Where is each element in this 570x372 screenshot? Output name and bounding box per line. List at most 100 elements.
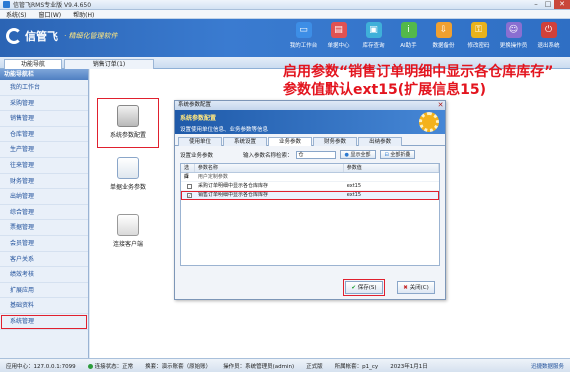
sidebar-item-finance[interactable]: 财务管理	[0, 174, 88, 190]
annotation-line1: 启用参数“销售订单明细中显示各仓库库存”	[283, 64, 554, 80]
dialog-banner-title: 系统参数配置	[180, 115, 217, 122]
dialog-footer: ✔ 保存(S) ✖ 关闭(C)	[175, 277, 445, 299]
toolbar-switch-user[interactable]: ☺ 更换操作员	[496, 22, 531, 49]
sidebar-item-invoice[interactable]: 票据管理	[0, 220, 88, 236]
status-bar: 应用中心：127.0.0.1:7099 连接状态：正常 换套：演示账套（原始账）…	[0, 358, 570, 372]
search-input[interactable]: 仓	[295, 150, 336, 159]
desktop-icon: ▭	[295, 22, 312, 38]
sidebar-item-cashier[interactable]: 出纳管理	[0, 189, 88, 205]
toolbar-label: 更换操作员	[499, 43, 528, 49]
function-label: 连接客户端	[112, 241, 143, 248]
tab-sales-order[interactable]: 销售订单(1)	[64, 59, 154, 69]
window-title: 信管飞RMS专业版 V9.4.650	[13, 2, 92, 9]
function-system-params[interactable]: 系统参数配置	[97, 98, 159, 148]
brand-name: 信管飞	[25, 30, 58, 43]
grid-row-sales[interactable]: ✓ 销售订单明细中显示各仓库库存 ext15	[181, 191, 439, 200]
minimize-button[interactable]: –	[530, 0, 542, 9]
row-checkbox[interactable]	[187, 184, 192, 189]
sidebar-item-system[interactable]: 系统管理	[0, 314, 88, 330]
toolbar-exit[interactable]: ⏻ 退出系统	[531, 22, 566, 49]
collapse-all-button[interactable]: ⊟ 全部折叠	[379, 150, 416, 159]
status-version: 正式版	[306, 363, 323, 370]
toolbar-label: 修改密码	[467, 43, 490, 49]
menu-system[interactable]: 系统(S)	[0, 10, 33, 19]
dialog-tab-finance[interactable]: 财务参数	[313, 137, 358, 146]
network-icon	[117, 214, 139, 236]
sidebar-item-basic-data[interactable]: 基础资料	[0, 298, 88, 314]
dialog-tab-cashier[interactable]: 出纳参数	[358, 137, 403, 146]
document-settings-icon	[117, 157, 139, 179]
function-doc-params[interactable]: 单据业务参数	[98, 157, 158, 191]
param-name: 销售订单明细中显示各仓库库存	[197, 192, 268, 198]
toolbar-ai[interactable]: i AI助手	[391, 22, 426, 49]
maximize-button[interactable]: □	[542, 0, 554, 9]
toolbar-workbench[interactable]: ▭ 我的工作台	[286, 22, 321, 49]
params-grid: 选择 参数名称 参数值 ⊟ 用户定制参数 采购订单明细中显示各仓库库存 ext1…	[180, 163, 440, 266]
menu-bar: 系统(S) 窗口(W) 帮助(H)	[0, 10, 570, 19]
function-label: 系统参数配置	[109, 132, 146, 139]
menu-help[interactable]: 帮助(H)	[67, 10, 100, 19]
dialog-title: 系统参数配置	[178, 102, 212, 108]
status-link[interactable]: 迅捷数据服务	[525, 362, 570, 370]
connected-icon	[87, 363, 93, 369]
status-server: 应用中心：127.0.0.1:7099	[6, 363, 76, 370]
status-connection: 连接状态：正常	[82, 362, 140, 370]
group-name: 用户定制参数	[197, 174, 228, 180]
tab-function-nav[interactable]: 功能导航	[4, 59, 62, 69]
toolbar-label: 数据备份	[432, 43, 455, 49]
sidebar-item-production[interactable]: 生产管理	[0, 142, 88, 158]
toolbar-inventory[interactable]: ▣ 库存查询	[356, 22, 391, 49]
close-button[interactable]: ✖ 关闭(C)	[397, 281, 435, 294]
close-label: 关闭(C)	[409, 285, 429, 291]
collapse-icon: ⊟	[384, 152, 389, 158]
gear-icon	[419, 112, 439, 132]
toolbar-label: 我的工作台	[289, 43, 318, 49]
param-value[interactable]: ext15	[344, 182, 439, 190]
grid-row-purchase[interactable]: 采购订单明细中显示各仓库库存 ext15	[181, 182, 439, 191]
function-label: 单据业务参数	[109, 184, 146, 191]
collapse-all-label: 全部折叠	[390, 152, 411, 158]
close-window-button[interactable]: ✕	[554, 0, 570, 9]
user-icon: ☺	[505, 22, 522, 38]
dialog-tab-system[interactable]: 系统设置	[223, 137, 268, 146]
toolbar-label: 单据中心	[327, 43, 350, 49]
row-checkbox-checked[interactable]: ✓	[187, 193, 192, 198]
sidebar-item-accounts[interactable]: 往来管理	[0, 158, 88, 174]
dialog-close-icon[interactable]: ✕	[436, 101, 445, 110]
status-date: 2023年1月1日	[390, 363, 428, 370]
column-param-name: 参数名称	[195, 164, 344, 172]
dialog-titlebar: 系统参数配置 ✕	[175, 101, 445, 110]
dialog-tab-business[interactable]: 业务参数	[268, 137, 313, 146]
sidebar-item-warehouse[interactable]: 仓库管理	[0, 127, 88, 143]
sidebar-item-workbench[interactable]: 我的工作台	[0, 80, 88, 96]
param-name: 采购订单明细中显示各仓库库存	[197, 183, 268, 189]
function-connect-client[interactable]: 连接客户端	[98, 214, 158, 248]
toolbar-password[interactable]: ⚿ 修改密码	[461, 22, 496, 49]
sidebar-item-sales[interactable]: 销售管理	[0, 111, 88, 127]
toolbar-documents[interactable]: ▤ 单据中心	[321, 22, 356, 49]
expand-icon[interactable]: ⊟	[181, 173, 195, 181]
app-icon	[3, 1, 10, 8]
save-button[interactable]: ✔ 保存(S)	[343, 279, 385, 296]
dialog-search-row: 设置业务参数 输入参数名称检索： 仓 ● 显示全部 ⊟ 全部折叠	[175, 146, 445, 163]
show-icon: ●	[344, 152, 349, 158]
sidebar-item-crm[interactable]: 客户关系	[0, 252, 88, 268]
close-icon: ✖	[403, 285, 408, 291]
sidebar-item-purchase[interactable]: 采购管理	[0, 96, 88, 112]
system-params-dialog: 系统参数配置 ✕ 系统参数配置 设置使用单位信息、业务参数等信息 使用单位 系统…	[174, 100, 446, 300]
menu-window[interactable]: 窗口(W)	[33, 10, 68, 19]
param-value[interactable]: ext15	[344, 191, 439, 199]
status-connection-text: 连接状态：正常	[94, 363, 134, 370]
dialog-banner: 系统参数配置 设置使用单位信息、业务参数等信息	[175, 110, 445, 134]
header-banner: 信管飞 · 精细化管理软件 ▭ 我的工作台 ▤ 单据中心 ▣ 库存查询 i AI…	[0, 19, 570, 57]
sidebar-item-general[interactable]: 综合管理	[0, 205, 88, 221]
show-all-button[interactable]: ● 显示全部	[339, 150, 376, 159]
sidebar-item-extensions[interactable]: 扩展应用	[0, 283, 88, 299]
toolbar-backup[interactable]: ⇩ 数据备份	[426, 22, 461, 49]
box-icon: ▣	[365, 22, 382, 38]
dialog-tab-unit[interactable]: 使用单位	[178, 137, 223, 146]
status-account: 所属帐套：p1_cy	[334, 363, 379, 370]
sidebar-item-member[interactable]: 会员管理	[0, 236, 88, 252]
grid-group-row[interactable]: ⊟ 用户定制参数	[181, 173, 439, 182]
sidebar-item-performance[interactable]: 绩效考核	[0, 267, 88, 283]
